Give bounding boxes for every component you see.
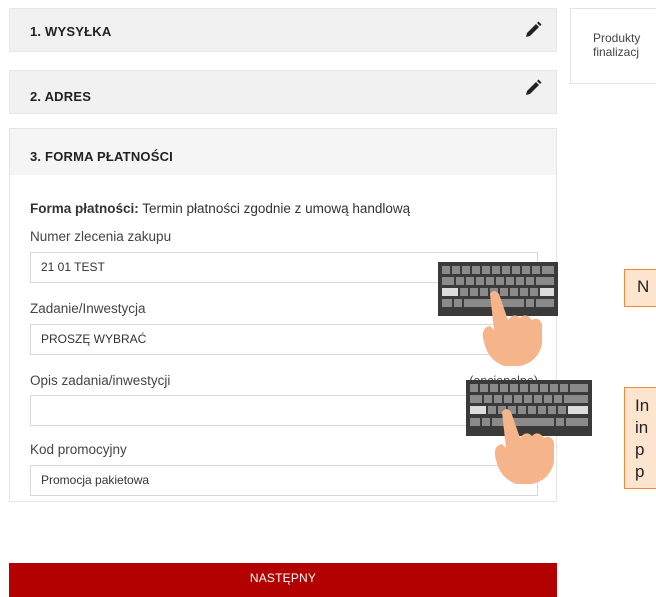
step-address-title: 2. ADRES bbox=[30, 89, 92, 104]
pencil-icon[interactable] bbox=[524, 79, 542, 97]
task-description-label: Opis zadania/inwestycji bbox=[30, 373, 171, 388]
hint-box-text: N bbox=[637, 277, 650, 296]
task-label: Zadanie/Inwestycja bbox=[30, 301, 146, 316]
task-description-input[interactable] bbox=[30, 395, 538, 426]
promo-code-input[interactable]: Promocja pakietowa bbox=[30, 465, 538, 496]
step-payment-title: 3. FORMA PŁATNOŚCI bbox=[30, 149, 173, 164]
cart-summary-line2: finalizacj bbox=[593, 45, 640, 59]
hint-line: in bbox=[635, 418, 649, 437]
cart-summary-panel: Produkty finalizacj bbox=[570, 8, 656, 84]
hint-line: p bbox=[635, 440, 645, 459]
step-address-header[interactable]: 2. ADRES bbox=[9, 70, 557, 114]
pencil-icon[interactable] bbox=[524, 21, 542, 39]
hint-line: p bbox=[635, 462, 645, 481]
payment-method-value: Termin płatności zgodnie z umową handlow… bbox=[142, 201, 411, 216]
keyboard-typing-icon bbox=[438, 262, 558, 366]
payment-method-line: Forma płatności: Termin płatności zgodni… bbox=[30, 201, 410, 216]
step-payment-header: 3. FORMA PŁATNOŚCI bbox=[10, 129, 556, 175]
hint-box: In in p p bbox=[624, 387, 656, 489]
hint-line: In bbox=[635, 396, 650, 415]
hint-box: N bbox=[624, 269, 656, 307]
order-number-label: Numer zlecenia zakupu bbox=[30, 229, 172, 244]
step-shipping-title: 1. WYSYŁKA bbox=[30, 24, 112, 39]
keyboard-icon bbox=[466, 380, 592, 436]
promo-code-label: Kod promocyjny bbox=[30, 442, 127, 457]
cart-summary-line1: Produkty bbox=[593, 31, 641, 45]
step-shipping-header[interactable]: 1. WYSYŁKA bbox=[9, 8, 557, 52]
payment-method-label: Forma płatności: bbox=[30, 201, 139, 216]
keyboard-typing-icon bbox=[466, 380, 592, 484]
